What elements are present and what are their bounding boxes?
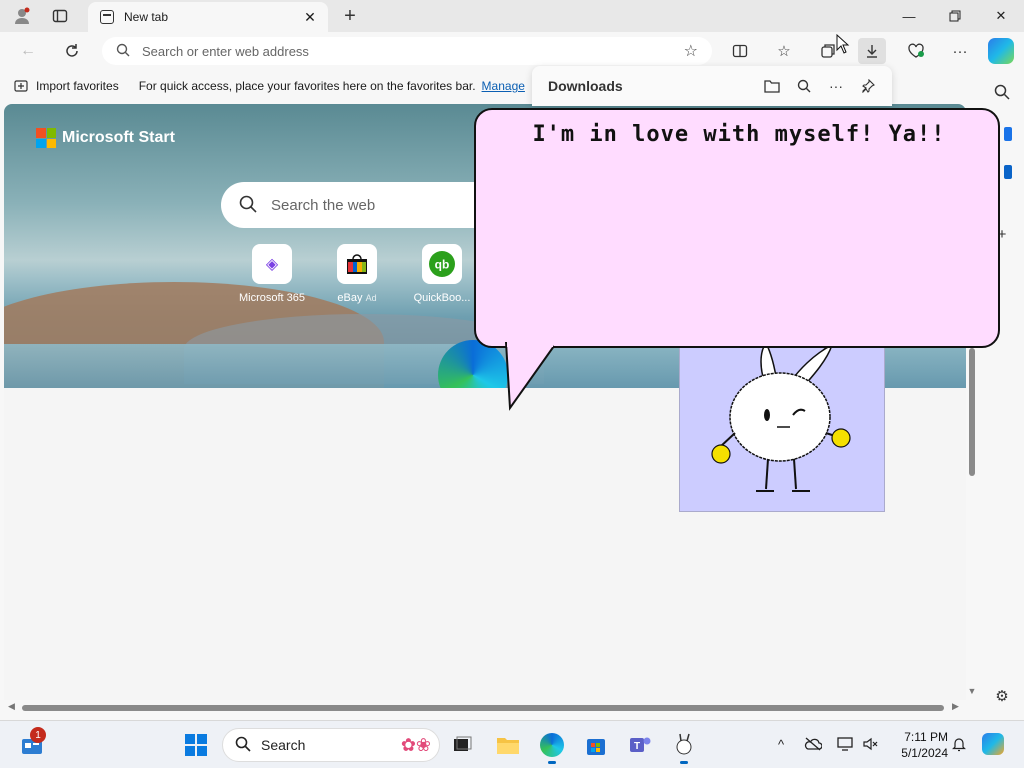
- address-input[interactable]: Search or enter web address: [142, 44, 684, 59]
- address-bar[interactable]: Search or enter web address ☆: [102, 37, 712, 65]
- bunny-character-icon: [711, 341, 851, 492]
- task-view-icon[interactable]: [446, 729, 478, 761]
- microsoft-store-icon[interactable]: [580, 729, 612, 761]
- taskbar-search-icon: [235, 736, 251, 755]
- copilot-preview-taskbar-icon[interactable]: [980, 731, 1006, 757]
- new-tab-button[interactable]: +: [338, 4, 362, 28]
- file-explorer-icon[interactable]: [492, 729, 524, 761]
- microsoft-start-logo[interactable]: Microsoft Start: [36, 128, 175, 148]
- speech-bubble-text: I'm in love with myself! Ya!!: [532, 122, 946, 147]
- taskbar: Search ✿❀ T ^ 7:11 PM 5/1/2024: [0, 720, 1024, 768]
- manage-favorites-link[interactable]: Manage: [482, 79, 525, 93]
- downloads-more-options-icon[interactable]: ···: [820, 72, 852, 100]
- horizontal-scroll-thumb[interactable]: [22, 705, 944, 711]
- tab-new-tab[interactable]: New tab ✕: [88, 2, 328, 32]
- flowers-highlight-icon: ✿❀: [400, 734, 431, 755]
- downloads-title: Downloads: [548, 78, 623, 94]
- microsoft-365-icon: ◈: [252, 244, 292, 284]
- scroll-down-arrow-icon[interactable]: ▼: [966, 686, 978, 696]
- scroll-left-arrow-icon[interactable]: ◀: [8, 701, 15, 712]
- system-clock[interactable]: 7:11 PM 5/1/2024: [884, 729, 948, 761]
- quick-link-microsoft-365[interactable]: ◈ Microsoft 365: [232, 244, 312, 304]
- taskbar-search-box[interactable]: Search ✿❀: [222, 728, 440, 762]
- clock-time: 7:11 PM: [904, 730, 948, 744]
- character-window[interactable]: [679, 340, 885, 512]
- web-search-box[interactable]: Search the web: [221, 182, 501, 228]
- quick-link-ebay[interactable]: eBay Ad: [317, 244, 397, 304]
- bunny-app-taskbar-icon[interactable]: [668, 729, 700, 764]
- onedrive-icon[interactable]: [802, 733, 824, 755]
- svg-text:qb: qb: [435, 258, 450, 272]
- sidebar-search-icon[interactable]: [990, 80, 1014, 104]
- taskbar-search-label: Search: [261, 737, 306, 753]
- restore-button[interactable]: [932, 0, 978, 32]
- pin-downloads-icon[interactable]: [852, 72, 884, 100]
- search-icon: [116, 43, 130, 60]
- web-search-input[interactable]: Search the web: [271, 197, 375, 214]
- settings-more-icon[interactable]: ···: [946, 38, 974, 64]
- quick-link-label: eBay: [337, 292, 363, 304]
- minimize-button[interactable]: —: [886, 0, 932, 32]
- close-window-button[interactable]: ✕: [978, 0, 1024, 32]
- widgets-notification-badge: 1: [30, 727, 46, 743]
- close-tab-icon[interactable]: ✕: [298, 5, 322, 29]
- teams-icon[interactable]: T: [624, 729, 656, 761]
- add-favorite-star-icon[interactable]: ☆: [684, 41, 698, 61]
- windows-logo-icon: [185, 734, 207, 756]
- import-favorites-label: Import favorites: [36, 79, 119, 93]
- clock-date: 5/1/2024: [901, 746, 948, 760]
- svg-text:T: T: [634, 741, 640, 752]
- volume-muted-icon[interactable]: [860, 733, 882, 755]
- split-screen-icon[interactable]: [726, 38, 754, 64]
- ad-label: Ad: [365, 293, 377, 303]
- network-monitor-icon[interactable]: [834, 733, 856, 755]
- refresh-button[interactable]: [58, 38, 86, 64]
- ebay-icon: [337, 244, 377, 284]
- copilot-icon[interactable]: [988, 38, 1014, 64]
- quick-link-label: QuickBoo...: [413, 292, 471, 304]
- show-hidden-icons-chevron-up-icon[interactable]: ^: [770, 733, 792, 755]
- import-favorites-button[interactable]: Import favorites: [14, 79, 119, 93]
- scroll-right-arrow-icon[interactable]: ▶: [952, 701, 959, 712]
- speech-bubble: I'm in love with myself! Ya!!: [474, 108, 1000, 348]
- microsoft-logo-icon: [36, 128, 56, 148]
- speech-bubble-tail: [505, 342, 555, 411]
- sidebar-settings-gear-icon[interactable]: ⚙: [990, 684, 1014, 708]
- web-search-icon: [239, 195, 257, 216]
- favorites-icon[interactable]: ☆: [770, 38, 798, 64]
- quickbooks-icon: qb: [422, 244, 462, 284]
- tab-actions-icon[interactable]: [46, 4, 74, 28]
- tab-title: New tab: [124, 10, 169, 24]
- browser-toolbar: ← Search or enter web address ☆ ☆ ···: [0, 32, 1024, 70]
- quick-link-label: Microsoft 365: [238, 292, 306, 304]
- back-button[interactable]: ←: [14, 38, 42, 64]
- start-button[interactable]: [180, 729, 212, 761]
- downloads-panel: Downloads ···: [532, 66, 892, 106]
- open-downloads-folder-icon[interactable]: [756, 72, 788, 100]
- tab-strip: New tab ✕ + — ✕: [0, 0, 1024, 32]
- notifications-bell-icon[interactable]: [948, 733, 970, 755]
- horizontal-scrollbar[interactable]: ◀ ▶: [4, 700, 966, 716]
- brand-name: Microsoft Start: [62, 129, 175, 146]
- browser-essentials-icon[interactable]: [902, 38, 930, 64]
- downloads-icon[interactable]: [858, 38, 886, 64]
- import-icon: [14, 80, 28, 92]
- search-downloads-icon[interactable]: [788, 72, 820, 100]
- vertical-scroll-thumb[interactable]: [969, 348, 975, 476]
- mouse-cursor-icon: [836, 34, 850, 54]
- profile-icon[interactable]: [8, 4, 36, 28]
- new-tab-favicon-icon: [100, 10, 114, 24]
- quick-link-quickbooks[interactable]: qb QuickBoo...: [402, 244, 482, 304]
- favorites-hint-text: For quick access, place your favorites h…: [138, 79, 476, 93]
- edge-taskbar-icon[interactable]: [536, 729, 568, 764]
